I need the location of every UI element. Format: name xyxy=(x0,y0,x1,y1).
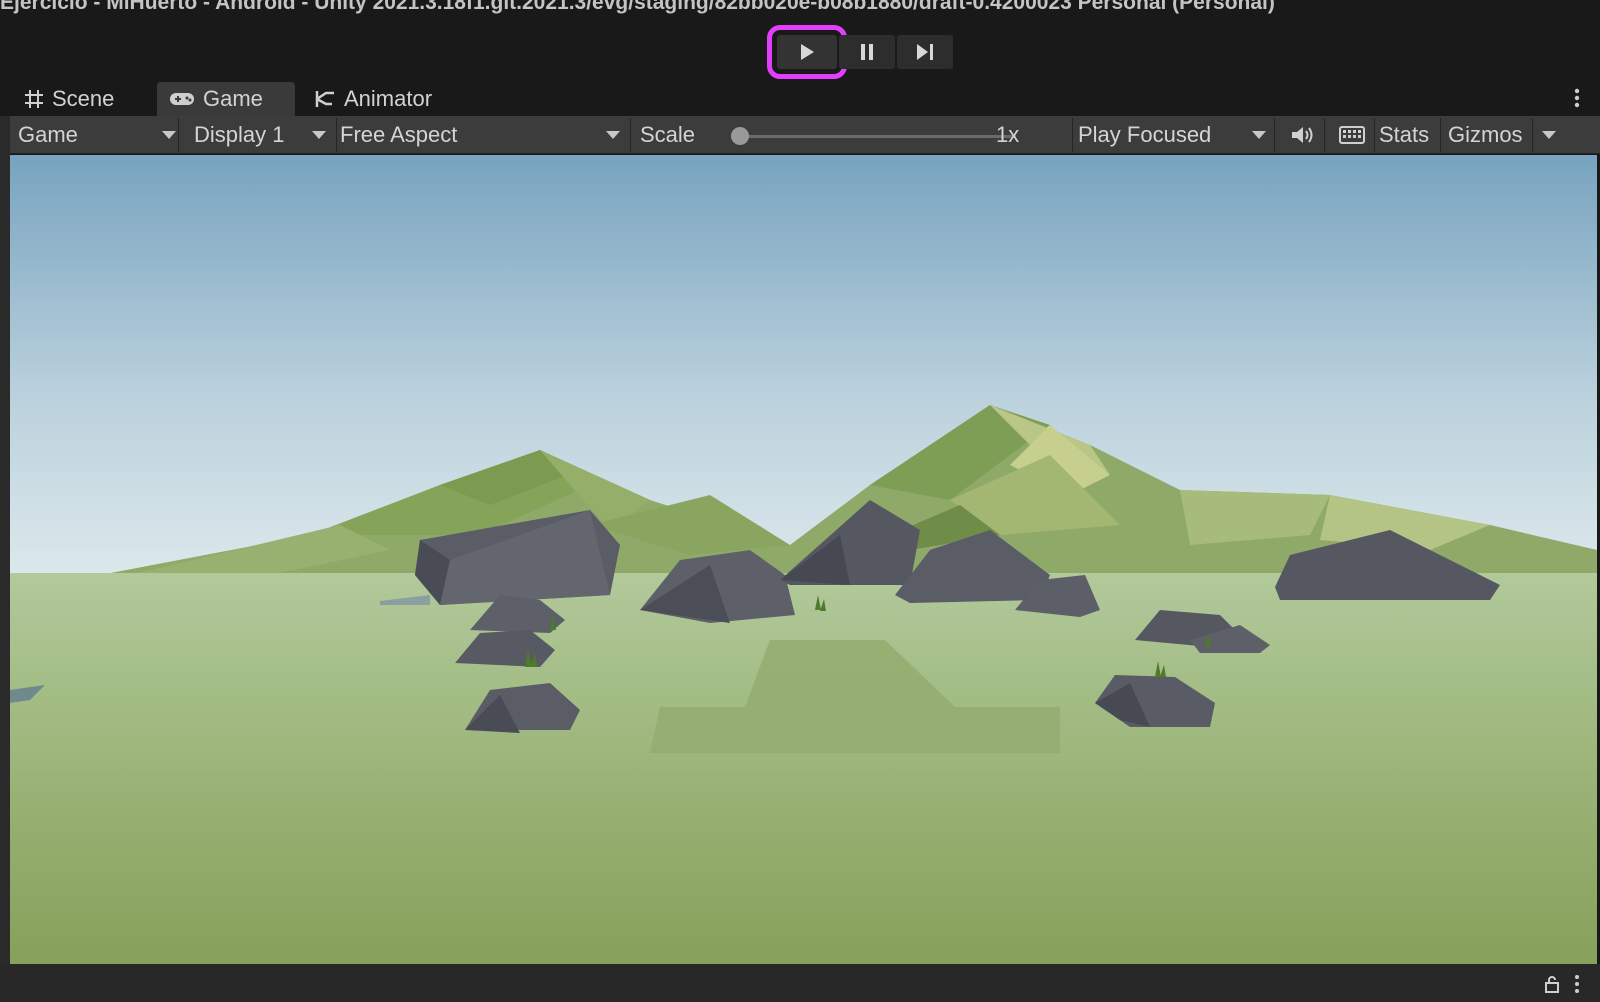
pause-icon xyxy=(861,44,873,60)
chevron-down-icon xyxy=(162,131,176,139)
tab-scene[interactable]: Scene xyxy=(12,82,126,116)
display-dropdown-label: Display 1 xyxy=(194,122,285,147)
animator-icon xyxy=(315,91,334,107)
display-dropdown[interactable]: Display 1 xyxy=(194,116,336,154)
chevron-down-icon xyxy=(1542,131,1556,139)
pause-button[interactable] xyxy=(839,35,895,69)
keyboard-icon xyxy=(1339,126,1365,144)
kebab-menu-icon[interactable] xyxy=(1574,974,1580,994)
play-mode-dropdown-label: Play Focused xyxy=(1078,122,1212,147)
playmode-controls xyxy=(767,25,953,79)
view-tabbar: Scene Game Animator xyxy=(0,80,1600,116)
aspect-dropdown[interactable]: Free Aspect xyxy=(340,116,628,154)
play-mode-dropdown[interactable]: Play Focused xyxy=(1078,116,1274,154)
scale-label: Scale xyxy=(640,122,696,147)
play-button[interactable] xyxy=(767,25,847,79)
status-bar xyxy=(0,964,1600,1002)
window-titlebar: Ejercicio - MiHuerto - Android - Unity 2… xyxy=(0,0,1600,20)
gizmos-dropdown-button[interactable] xyxy=(1534,116,1564,154)
tab-animator[interactable]: Animator xyxy=(302,82,444,116)
gamepad-icon xyxy=(170,93,194,105)
grid-icon xyxy=(25,90,43,108)
scale-slider-track[interactable] xyxy=(740,135,1016,138)
view-dropdown-label: Game xyxy=(18,122,78,147)
game-viewport[interactable] xyxy=(10,155,1597,964)
lock-icon[interactable] xyxy=(1544,974,1560,994)
window-title: Ejercicio - MiHuerto - Android - Unity 2… xyxy=(0,0,1275,14)
tab-label: Scene xyxy=(52,86,115,111)
gizmos-button[interactable]: Gizmos xyxy=(1448,116,1523,154)
chevron-down-icon xyxy=(312,131,326,139)
playmode-toolbar xyxy=(0,20,1600,80)
view-dropdown[interactable]: Game xyxy=(18,116,178,154)
step-icon xyxy=(917,44,933,60)
tab-game[interactable]: Game xyxy=(157,82,295,116)
kebab-menu-icon xyxy=(1574,88,1580,108)
game-render xyxy=(10,155,1597,964)
chevron-down-icon xyxy=(1252,131,1266,139)
tab-label: Animator xyxy=(344,86,433,111)
tab-options-button[interactable] xyxy=(1574,88,1580,113)
ground xyxy=(10,573,1597,964)
scale-slider-handle[interactable] xyxy=(731,127,749,145)
game-view-toolbar: Game Display 1 Free Aspect Scale 1x Play… xyxy=(10,116,1600,154)
play-icon xyxy=(801,44,814,60)
tab-label: Game xyxy=(203,86,263,111)
step-button[interactable] xyxy=(897,35,953,69)
aspect-dropdown-label: Free Aspect xyxy=(340,122,458,147)
mute-audio-button[interactable] xyxy=(1285,116,1321,154)
scale-value: 1x xyxy=(996,122,1020,147)
left-panel-edge xyxy=(0,116,10,964)
shortcuts-button[interactable] xyxy=(1330,116,1374,154)
stats-button[interactable]: Stats xyxy=(1379,116,1429,154)
chevron-down-icon xyxy=(606,131,620,139)
speaker-icon xyxy=(1292,127,1313,143)
